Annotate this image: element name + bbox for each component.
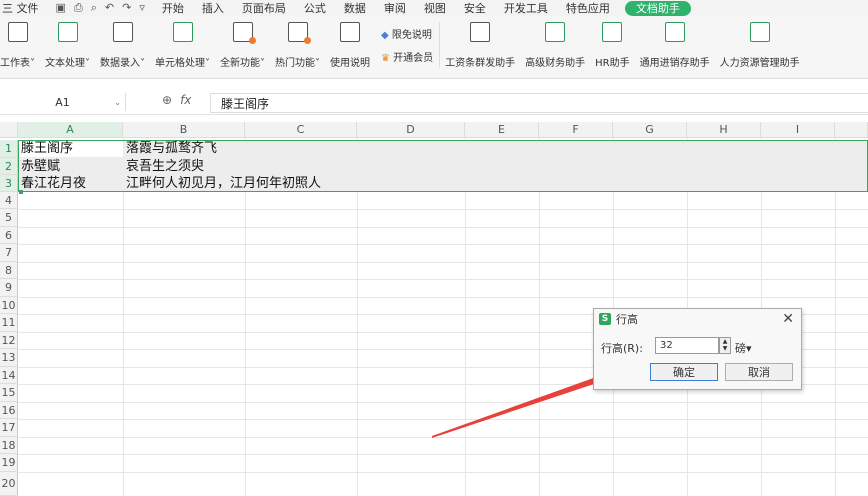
close-icon[interactable]: ✕ <box>782 311 794 327</box>
spinner-icon[interactable]: ▲ ▼ <box>719 337 731 354</box>
row-height-label: 行高(R): <box>601 342 643 355</box>
unit-dropdown[interactable]: 磅▾ <box>735 340 752 356</box>
wps-logo-icon: S <box>599 313 611 325</box>
dialog-title: 行高 <box>616 313 638 326</box>
dialog-titlebar[interactable]: S 行高 ✕ <box>594 309 801 329</box>
ok-button[interactable]: 确定 <box>650 363 718 381</box>
annotation-arrow <box>432 366 640 438</box>
row-height-input[interactable]: 32 <box>655 337 719 354</box>
cancel-button[interactable]: 取消 <box>725 363 793 381</box>
row-height-dialog: S 行高 ✕ 行高(R): 32 ▲ ▼ 磅▾ 确定 取消 <box>593 308 802 390</box>
